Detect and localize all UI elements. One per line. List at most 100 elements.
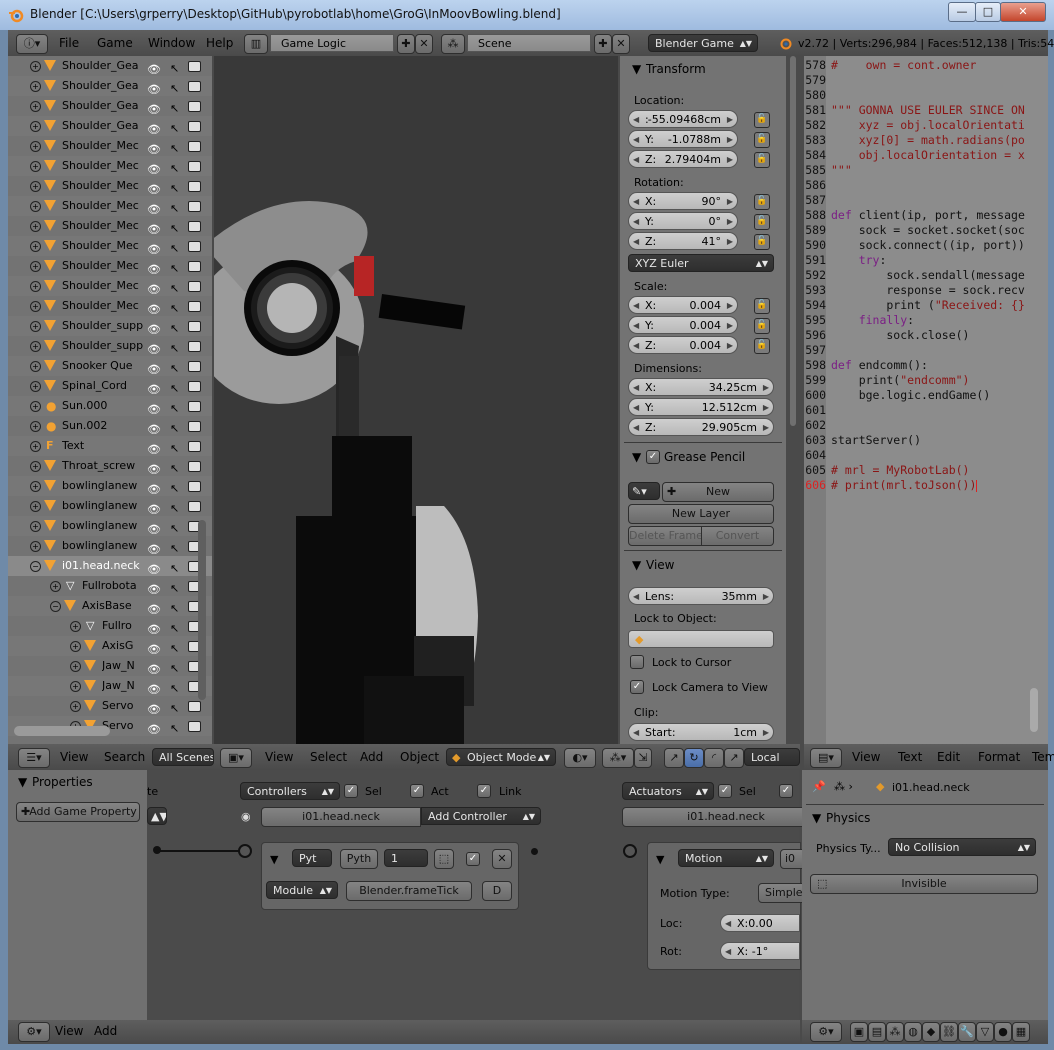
outliner-row[interactable]: + Shoulder_supp 👁 ↖ xyxy=(8,336,212,356)
controllers-link-checkbox[interactable]: ✓ xyxy=(477,784,491,798)
expand-toggle-icon[interactable]: + xyxy=(30,281,41,292)
expand-toggle-icon[interactable]: + xyxy=(30,461,41,472)
python-controller-brick[interactable]: ▼ Pyt Pyth 1 ⬚ ✓ ✕ Module ▲▼ Blender.fram… xyxy=(261,842,519,910)
code-line[interactable]: try: xyxy=(831,253,887,267)
data-tab-icon[interactable]: ▽ xyxy=(976,1022,994,1042)
outliner-row[interactable]: + ▽ Fullrobota 👁 ↖ xyxy=(8,576,212,596)
outliner[interactable]: + Shoulder_Gea 👁 ↖ + Shoulder_Gea 👁 ↖ + Shoulder_… xyxy=(8,56,212,744)
menu-help[interactable]: Help xyxy=(206,36,233,50)
editor-type-properties-icon[interactable]: ⚙▾ xyxy=(810,1022,842,1042)
visibility-eye-icon[interactable]: 👁 xyxy=(147,720,161,740)
python-mode-select[interactable]: Module ▲▼ xyxy=(266,881,338,899)
manipulator-icon[interactable]: ⇲ xyxy=(634,748,652,768)
outliner-menu-search[interactable]: Search xyxy=(104,750,145,764)
lock-icon[interactable]: 🔓 xyxy=(754,338,770,354)
debug-button[interactable]: D xyxy=(482,881,512,901)
render-camera-icon[interactable] xyxy=(188,201,201,212)
code-line[interactable]: finally: xyxy=(831,313,914,327)
add-game-property-button[interactable]: ✚ Add Game Property xyxy=(16,802,140,822)
translate-icon[interactable]: ↗ xyxy=(664,748,684,768)
render-camera-icon[interactable] xyxy=(188,341,201,352)
motion-type-select[interactable]: Simple xyxy=(758,883,808,903)
object-tab-icon[interactable]: ◆ xyxy=(922,1022,940,1042)
controller-name-field[interactable]: Pyth xyxy=(340,849,378,869)
add-controller-select[interactable]: Add Controller ▲▼ xyxy=(421,807,541,825)
code-line[interactable]: obj.localOrientation = x xyxy=(831,148,1025,162)
actuators-select[interactable]: Actuators ▲▼ xyxy=(622,782,714,800)
outliner-row[interactable]: − i01.head.neck 👁 ↖ xyxy=(8,556,212,576)
controller-state-select[interactable]: 1 xyxy=(384,849,428,867)
expand-toggle-icon[interactable]: + xyxy=(30,341,41,352)
editor-type-info-icon[interactable]: ⓘ▾ xyxy=(16,34,48,54)
lock-icon[interactable]: 🔓 xyxy=(754,132,770,148)
module-field[interactable]: Blender.frameTick xyxy=(346,881,472,901)
text-menu-view[interactable]: View xyxy=(852,750,880,764)
viewport-menu-object[interactable]: Object xyxy=(400,750,439,764)
outliner-row[interactable]: + ● Sun.002 👁 ↖ xyxy=(8,416,212,436)
expand-toggle-icon[interactable]: + xyxy=(30,301,41,312)
viewport-menu-add[interactable]: Add xyxy=(360,750,383,764)
logic-properties-title[interactable]: Properties xyxy=(32,775,93,789)
rotation-mode-select[interactable]: XYZ Euler ▲▼ xyxy=(628,254,774,272)
screen-layout-icon[interactable]: ▥ xyxy=(244,34,268,54)
minimize-button[interactable]: — xyxy=(948,2,976,22)
physics-type-select[interactable]: No Collision ▲▼ xyxy=(888,838,1036,856)
outliner-row[interactable]: + bowlinglanew 👁 ↖ xyxy=(8,496,212,516)
dimensions-x-field[interactable]: ◀ X: 34.25cm ▶ xyxy=(628,378,774,396)
mode-select[interactable]: ◆ Object Mode ▲▼ xyxy=(446,748,556,766)
render-camera-icon[interactable] xyxy=(188,421,201,432)
lock-icon[interactable]: 🔓 xyxy=(754,234,770,250)
location-x-field[interactable]: ◀: -55.09468cm ▶ xyxy=(628,110,738,128)
code-line[interactable]: xyz = obj.localOrientati xyxy=(831,118,1025,132)
collapse-arrow-icon[interactable]: ▼ xyxy=(632,450,641,464)
expand-toggle-icon[interactable]: + xyxy=(30,161,41,172)
code-line[interactable]: # own = cont.owner xyxy=(831,58,976,72)
scale-y-field[interactable]: ◀ Y: 0.004 ▶ xyxy=(628,316,738,334)
scale-z-field[interactable]: ◀ Z: 0.004 ▶ xyxy=(628,336,738,354)
lock-icon[interactable]: 🔓 xyxy=(754,152,770,168)
expand-toggle-icon[interactable]: + xyxy=(30,541,41,552)
screen-layout-field[interactable]: Game Logic xyxy=(270,34,394,52)
rotation-x-field[interactable]: ◀ X: 90° ▶ xyxy=(628,192,738,210)
texture-tab-icon[interactable]: ▦ xyxy=(1012,1022,1030,1042)
code-line[interactable]: """ xyxy=(831,163,852,177)
outliner-row[interactable]: + Shoulder_supp 👁 ↖ xyxy=(8,316,212,336)
render-camera-icon[interactable] xyxy=(188,281,201,292)
convert-button[interactable]: Convert xyxy=(701,526,774,546)
grease-pencil-checkbox[interactable]: ✓ xyxy=(646,450,660,464)
expand-toggle-icon[interactable]: + xyxy=(30,441,41,452)
logic-menu-add[interactable]: Add xyxy=(94,1024,117,1038)
modifiers-tab-icon[interactable]: 🔧 xyxy=(958,1022,976,1042)
scene-breadcrumb-icon[interactable]: ⁂ › xyxy=(834,780,853,793)
logic-editor[interactable]: te ▲▼ Controllers ▲▼ ✓ Sel ✓ Act ✓ Link ◉… xyxy=(147,770,830,1020)
render-tab-icon[interactable]: ▣ xyxy=(850,1022,868,1042)
expand-toggle-icon[interactable]: + xyxy=(30,481,41,492)
pivot-icon[interactable]: ⁂▾ xyxy=(602,748,634,768)
pencil-icon[interactable]: ✎▾ xyxy=(628,482,660,500)
render-camera-icon[interactable] xyxy=(188,381,201,392)
remove-screen-icon[interactable]: ✕ xyxy=(415,34,433,54)
sensors-object-select[interactable]: ▲▼ xyxy=(147,807,167,825)
expand-toggle-icon[interactable]: + xyxy=(30,321,41,332)
code-line[interactable]: startServer() xyxy=(831,433,921,447)
code-line[interactable]: def endcomm(): xyxy=(831,358,928,372)
rot-x-field[interactable]: ◀ X: -1° xyxy=(720,942,800,960)
text-menu-edit[interactable]: Edit xyxy=(937,750,960,764)
dimensions-y-field[interactable]: ◀ Y: 12.512cm ▶ xyxy=(628,398,774,416)
lock-to-cursor-checkbox[interactable] xyxy=(630,655,644,669)
menu-window[interactable]: Window xyxy=(148,36,195,50)
maximize-button[interactable]: □ xyxy=(975,2,1001,22)
new-layer-button[interactable]: New Layer xyxy=(628,504,774,524)
viewport-menu-select[interactable]: Select xyxy=(310,750,347,764)
outliner-hscrollbar[interactable] xyxy=(14,726,110,736)
view-panel-title[interactable]: View xyxy=(646,558,674,572)
editor-type-logic-icon[interactable]: ⚙▾ xyxy=(18,1022,50,1042)
collapse-arrow-icon[interactable]: ▼ xyxy=(632,558,641,572)
render-engine-select[interactable]: Blender Game ▲▼ xyxy=(648,34,758,52)
actuator-type-select[interactable]: Motion ▲▼ xyxy=(678,849,774,867)
render-camera-icon[interactable] xyxy=(188,441,201,452)
n-panel-scrollbar[interactable] xyxy=(788,56,798,744)
actuators-sel-checkbox[interactable]: ✓ xyxy=(718,784,732,798)
add-scene-icon[interactable]: ✚ xyxy=(594,34,612,54)
expand-toggle-icon[interactable]: + xyxy=(70,641,81,652)
